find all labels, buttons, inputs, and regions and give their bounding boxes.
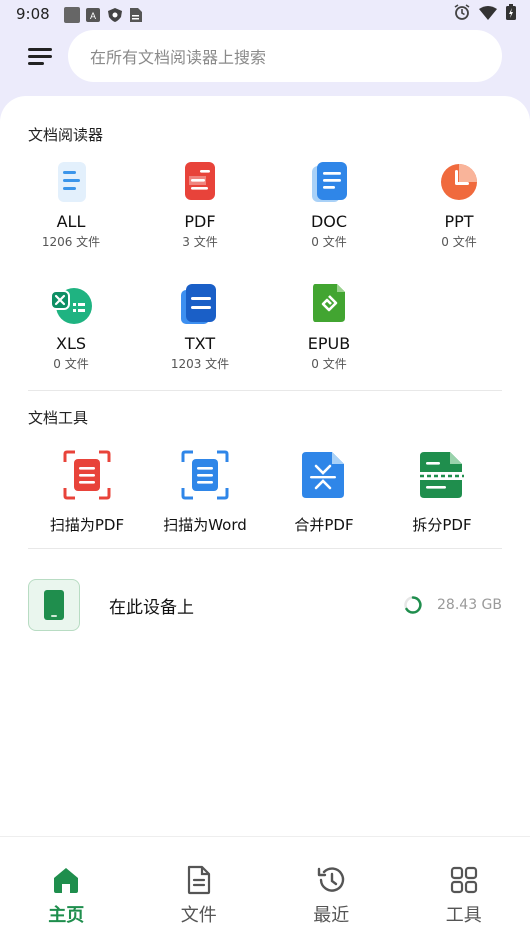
device-label: 在此设备上 <box>109 597 194 618</box>
merge-pdf-icon <box>300 450 348 500</box>
storage-size: 28.43 GB <box>437 597 502 613</box>
tool-merge-pdf[interactable]: 合并PDF <box>264 450 384 535</box>
epub-icon <box>307 282 351 326</box>
reader-item-ppt[interactable]: PPT 0 文件 <box>399 160 519 250</box>
divider <box>28 548 502 549</box>
reader-item-label: XLS <box>55 334 87 353</box>
reader-item-count: 1206 文件 <box>41 235 101 249</box>
search-input[interactable]: 在所有文档阅读器上搜索 <box>68 30 502 82</box>
txt-icon <box>178 282 222 326</box>
gallery-notification-icon <box>63 7 80 23</box>
reader-item-count: 0 文件 <box>311 357 347 371</box>
reader-item-count: 3 文件 <box>182 235 218 249</box>
reader-item-doc[interactable]: DOC 0 文件 <box>269 160 389 250</box>
reader-item-label: ALL <box>56 212 86 231</box>
ppt-icon <box>437 160 481 204</box>
reader-item-label: TXT <box>184 334 216 353</box>
reader-item-label: PPT <box>444 212 474 231</box>
reader-item-label: DOC <box>310 212 348 231</box>
reader-item-epub[interactable]: EPUB 0 文件 <box>269 282 389 372</box>
status-system-icons <box>454 4 516 24</box>
nav-home[interactable]: 主页 <box>0 837 133 942</box>
xls-icon <box>49 282 93 326</box>
reader-section-title: 文档阅读器 <box>28 126 104 144</box>
split-pdf-icon <box>418 450 466 500</box>
reader-item-count: 0 文件 <box>311 235 347 249</box>
status-bar: 9:08 A <box>0 0 530 28</box>
main-content: 文档阅读器 ALL 1206 文件 PDF 3 文件 DOC 0 文件 PPT … <box>0 96 530 942</box>
top-bar: 在所有文档阅读器上搜索 <box>0 30 530 84</box>
menu-icon-bottom <box>28 62 44 65</box>
tool-label: 合并PDF <box>294 516 354 534</box>
reader-item-count: 1203 文件 <box>170 357 230 371</box>
tool-scan-to-word[interactable]: 扫描为Word <box>145 450 265 535</box>
reader-item-all[interactable]: ALL 1206 文件 <box>11 160 131 250</box>
svg-text:A: A <box>90 11 96 21</box>
reader-item-count: 0 文件 <box>53 357 89 371</box>
grid-icon <box>450 866 477 894</box>
reader-item-label: PDF <box>184 212 216 231</box>
scan-to-word-icon <box>181 450 229 500</box>
phone-icon <box>28 579 80 631</box>
shield-notification-icon <box>107 7 122 22</box>
reader-item-pdf[interactable]: PDF 3 文件 <box>140 160 260 250</box>
menu-icon-mid <box>28 55 52 58</box>
history-icon <box>318 867 345 892</box>
search-placeholder: 在所有文档阅读器上搜索 <box>90 48 267 67</box>
nav-label: 主页 <box>48 905 85 926</box>
scan-to-pdf-icon <box>63 450 111 500</box>
status-time: 9:08 <box>16 5 50 23</box>
storage-usage-icon <box>403 595 423 615</box>
all-docs-icon <box>49 160 93 204</box>
status-notification-icons: A <box>63 7 144 23</box>
menu-icon <box>28 48 52 51</box>
home-icon <box>54 868 79 893</box>
device-storage-row[interactable]: 在此设备上 28.43 GB <box>28 578 502 632</box>
divider <box>28 390 502 391</box>
doc-icon <box>307 160 351 204</box>
app-notification-icon: A <box>85 7 100 22</box>
reader-item-label: EPUB <box>307 334 351 353</box>
document-notification-icon <box>129 7 144 22</box>
tool-label: 扫描为PDF <box>49 516 125 534</box>
nav-tools[interactable]: 工具 <box>398 837 530 942</box>
tool-scan-to-pdf[interactable]: 扫描为PDF <box>27 450 147 535</box>
nav-label: 工具 <box>445 905 482 926</box>
file-icon <box>187 865 210 895</box>
tool-label: 扫描为Word <box>163 516 247 534</box>
nav-label: 文件 <box>180 905 217 926</box>
nav-label: 最近 <box>313 905 350 926</box>
wifi-icon <box>479 5 497 24</box>
tools-section-title: 文档工具 <box>28 409 89 427</box>
bottom-navigation: 主页 文件 最近 工具 <box>0 836 530 942</box>
nav-files[interactable]: 文件 <box>133 837 266 942</box>
alarm-icon <box>454 4 470 24</box>
tool-label: 拆分PDF <box>412 516 472 534</box>
pdf-icon <box>178 160 222 204</box>
menu-button[interactable] <box>28 47 54 67</box>
reader-item-count: 0 文件 <box>441 235 477 249</box>
reader-item-txt[interactable]: TXT 1203 文件 <box>140 282 260 372</box>
reader-item-xls[interactable]: XLS 0 文件 <box>11 282 131 372</box>
battery-icon <box>506 4 516 24</box>
nav-recent[interactable]: 最近 <box>265 837 398 942</box>
tool-split-pdf[interactable]: 拆分PDF <box>382 450 502 535</box>
